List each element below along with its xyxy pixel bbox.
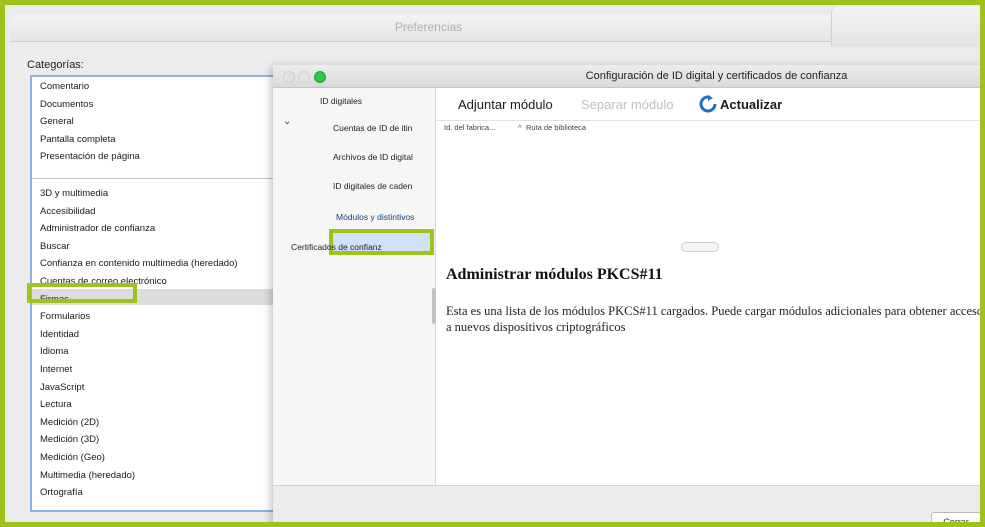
detach-module-button[interactable]: Separar módulo	[581, 97, 674, 112]
category-item[interactable]: JavaScript	[40, 382, 84, 394]
preferences-title: Preferencias	[394, 20, 463, 34]
category-item[interactable]: Confianza en contenido multimedia (hered…	[40, 258, 238, 270]
category-item[interactable]: Administrador de confianza	[40, 223, 155, 235]
dialog-toolbar: Adjuntar módulo Separar módulo Actualiza…	[436, 88, 980, 121]
category-item[interactable]: Idioma	[40, 346, 69, 358]
nav-item-digital-id-files[interactable]: Archivos de ID digital	[333, 152, 413, 162]
dialog-nav: ⌄ ID digitales Cuentas de ID de itin Arc…	[273, 88, 436, 510]
category-item[interactable]: Buscar	[40, 241, 70, 253]
category-item[interactable]: Multimedia (heredado)	[40, 470, 135, 482]
category-item[interactable]: Medición (3D)	[40, 434, 99, 446]
category-item[interactable]: Presentación de página	[40, 151, 140, 163]
categories-label: Categorías:	[27, 59, 84, 71]
info-heading: Administrar módulos PKCS#11	[446, 266, 663, 283]
attach-module-button[interactable]: Adjuntar módulo	[458, 97, 553, 112]
splitter-handle[interactable]	[432, 288, 436, 324]
refresh-icon[interactable]	[699, 95, 717, 118]
pane-resize-handle[interactable]	[681, 242, 719, 252]
background-window-edge	[831, 5, 980, 47]
nav-item-roaming-accounts[interactable]: Cuentas de ID de itin	[333, 123, 412, 133]
dialog-footer: Cerrar	[273, 485, 980, 522]
minimize-window-button[interactable]	[298, 71, 310, 83]
close-window-button[interactable]	[283, 71, 295, 83]
category-item[interactable]: Formularios	[40, 311, 90, 323]
column-library-path[interactable]: Ruta de biblioteca	[526, 123, 586, 132]
category-item[interactable]: Accesibilidad	[40, 206, 95, 218]
column-manufacturer-id[interactable]: Id. del fabrica...	[444, 123, 495, 132]
category-item[interactable]: Ortografía	[40, 487, 83, 499]
nav-group-digital-ids[interactable]: ID digitales	[320, 96, 362, 106]
category-item[interactable]: Pantalla completa	[40, 134, 116, 146]
category-item[interactable]: Identidad	[40, 329, 79, 341]
digital-id-dialog: Configuración de ID digital y certificad…	[273, 65, 980, 522]
preferences-titlebar: Preferencias	[11, 15, 846, 42]
category-item[interactable]: 3D y multimedia	[40, 188, 108, 200]
firmas-highlight-box	[27, 283, 137, 303]
zoom-window-button[interactable]	[314, 71, 326, 83]
module-table-header: Id. del fabrica... ^ Ruta de biblioteca	[436, 121, 980, 135]
category-item[interactable]: Medición (Geo)	[40, 452, 105, 464]
caret-up-icon: ^	[518, 123, 522, 132]
info-body: Esta es una lista de los módulos PKCS#11…	[446, 304, 984, 334]
category-item[interactable]: Internet	[40, 364, 72, 376]
nav-item-modules-tokens[interactable]: Módulos y distintivos	[336, 212, 414, 222]
category-item[interactable]: Medición (2D)	[40, 417, 99, 429]
chevron-down-icon[interactable]: ⌄	[283, 116, 291, 127]
screenshot-frame: Preferencias Categorías: Comentario Docum…	[0, 0, 985, 527]
category-item[interactable]: Documentos	[40, 99, 93, 111]
dialog-title: Configuración de ID digital y certificad…	[585, 70, 848, 82]
dialog-titlebar: Configuración de ID digital y certificad…	[273, 65, 980, 88]
refresh-button[interactable]: Actualizar	[720, 97, 782, 112]
categories-separator	[32, 178, 280, 179]
close-button[interactable]: Cerrar	[931, 512, 980, 522]
nav-item-trusted-certificates[interactable]: Certificados de confianz	[291, 242, 382, 252]
nav-item-keychain-ids[interactable]: ID digitales de caden	[333, 181, 412, 191]
category-item[interactable]: Lectura	[40, 399, 72, 411]
category-item[interactable]: General	[40, 116, 74, 128]
category-item[interactable]: Comentario	[40, 81, 89, 93]
